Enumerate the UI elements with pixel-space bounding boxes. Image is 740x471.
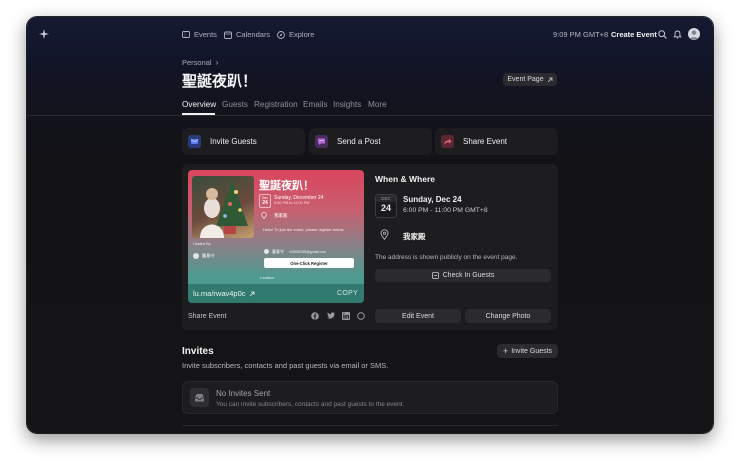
event-overview-card: 聖誕夜趴！ Dec 24 Sunday, December 24 6:00 PM…	[182, 164, 558, 330]
event-date: Sunday, Dec 24	[403, 195, 462, 204]
invite-envelope-icon	[188, 135, 201, 148]
invites-heading: Invites	[182, 346, 214, 357]
event-page-label: Event Page	[507, 76, 544, 83]
current-time: 9:09 PM GMT+8	[553, 30, 609, 39]
nav-events-label: Events	[194, 30, 217, 39]
change-photo-label: Change Photo	[485, 312, 531, 320]
date-badge-day: 24	[380, 203, 391, 213]
bell-icon[interactable]	[673, 30, 682, 39]
preview-time: 6:00 PM to 11:00 PM	[274, 201, 310, 205]
preview-day: 24	[262, 200, 268, 206]
address-note: The address is shown publicly on the eve…	[375, 254, 518, 261]
avatar[interactable]	[688, 28, 700, 40]
location-pin-icon	[380, 229, 389, 240]
check-in-label: Check In Guests	[442, 272, 495, 279]
invites-empty-state: No Invites Sent You can invite subscribe…	[182, 381, 558, 414]
invite-guests-button[interactable]: + Invite Guests	[497, 344, 558, 358]
breadcrumb[interactable]: Personal ›	[182, 58, 218, 67]
preview-host-avatar	[193, 253, 199, 259]
nav-calendars[interactable]: Calendars	[224, 30, 270, 39]
facebook-icon[interactable]	[311, 312, 319, 320]
share-arrow-icon	[441, 135, 454, 148]
share-link-bar: lu.ma/rwav4p0c COPY	[188, 284, 364, 303]
create-event-link[interactable]: Create Event	[611, 30, 657, 39]
linkedin-icon[interactable]	[342, 312, 350, 320]
share-event-label: Share Event	[463, 137, 508, 146]
tab-insights[interactable]: Insights	[333, 100, 361, 109]
tabs-divider	[27, 115, 713, 116]
copy-link-button[interactable]: COPY	[337, 290, 358, 297]
tab-more[interactable]: More	[368, 100, 387, 109]
preview-register-button[interactable]: One-Click Register	[264, 258, 354, 268]
event-time: 6:00 PM - 11:00 PM GMT+8	[403, 207, 488, 214]
empty-state-text: You can invite subscribers, contacts and…	[216, 401, 405, 408]
ticket-icon	[182, 31, 190, 38]
twitter-icon[interactable]	[327, 312, 335, 319]
invite-guests-card[interactable]: Invite Guests	[182, 128, 305, 155]
preview-location-icon	[261, 212, 267, 219]
preview-user-name: 露意守	[272, 249, 284, 254]
preview-host-name: 露意守	[202, 253, 215, 258]
preview-user-email: c03952035@gmail.com	[289, 249, 326, 254]
invite-guests-button-label: Invite Guests	[511, 347, 553, 355]
logo-icon[interactable]	[39, 29, 49, 39]
nav-events[interactable]: Events	[182, 30, 217, 39]
share-event-label: Share Event	[188, 313, 227, 320]
edit-event-label: Edit Event	[402, 312, 434, 320]
inbox-icon	[190, 388, 209, 407]
compass-icon	[277, 30, 285, 39]
tab-overview[interactable]: Overview	[182, 100, 216, 109]
send-post-card[interactable]: Send a Post	[309, 128, 432, 155]
preview-registration-text: Hello! To join the event, please registe…	[263, 227, 345, 232]
share-link-text: lu.ma/rwav4p0c	[193, 289, 246, 298]
tab-guests[interactable]: Guests	[222, 100, 248, 109]
send-post-label: Send a Post	[337, 137, 381, 146]
invites-description: Invite subscribers, contacts and past gu…	[182, 361, 389, 370]
check-in-guests-button[interactable]: Check In Guests	[375, 269, 551, 282]
calendar-icon	[224, 31, 232, 39]
date-badge: DEC 24	[375, 194, 397, 218]
app-window: Events Calendars Explore 9:09 PM GMT+8 C…	[27, 17, 713, 433]
date-badge-month: DEC	[376, 195, 396, 202]
preview-location-label: Location	[260, 276, 275, 280]
preview-title: 聖誕夜趴！	[259, 180, 314, 192]
invite-guests-label: Invite Guests	[210, 137, 257, 146]
scan-icon	[431, 272, 439, 279]
bottom-divider	[182, 425, 558, 426]
preview-hosted-by: Hosted By	[193, 242, 211, 246]
tab-emails[interactable]: Emails	[303, 100, 328, 109]
nav-explore[interactable]: Explore	[277, 30, 314, 39]
link-arrow-icon	[249, 291, 255, 297]
tab-registration[interactable]: Registration	[254, 100, 298, 109]
nav-explore-label: Explore	[289, 30, 315, 39]
breadcrumb-label: Personal	[182, 58, 212, 67]
nav-calendars-label: Calendars	[236, 30, 271, 39]
event-location: 我家殿	[403, 232, 426, 241]
event-page-button[interactable]: Event Page	[503, 73, 557, 86]
arrow-up-right-icon	[547, 77, 553, 83]
page-title: 聖誕夜趴！	[182, 73, 258, 90]
preview-user-avatar	[264, 249, 269, 254]
plus-icon: +	[502, 345, 509, 356]
event-preview[interactable]: 聖誕夜趴！ Dec 24 Sunday, December 24 6:00 PM…	[188, 170, 364, 303]
preview-location: 我家殿	[274, 213, 288, 218]
edit-event-button[interactable]: Edit Event	[375, 309, 461, 323]
search-icon[interactable]	[658, 30, 667, 39]
empty-state-title: No Invites Sent	[216, 389, 271, 398]
when-where-heading: When & Where	[375, 174, 435, 184]
share-event-card[interactable]: Share Event	[435, 128, 558, 155]
chevron-right-icon: ›	[215, 58, 219, 67]
more-share-icon[interactable]	[357, 312, 365, 320]
share-link[interactable]: lu.ma/rwav4p0c	[193, 289, 255, 298]
chat-bubble-icon	[315, 135, 328, 148]
change-photo-button[interactable]: Change Photo	[465, 309, 551, 323]
event-photo	[192, 176, 254, 238]
preview-register-label: One-Click Register	[290, 260, 328, 266]
preview-date-badge: Dec 24	[259, 194, 271, 208]
